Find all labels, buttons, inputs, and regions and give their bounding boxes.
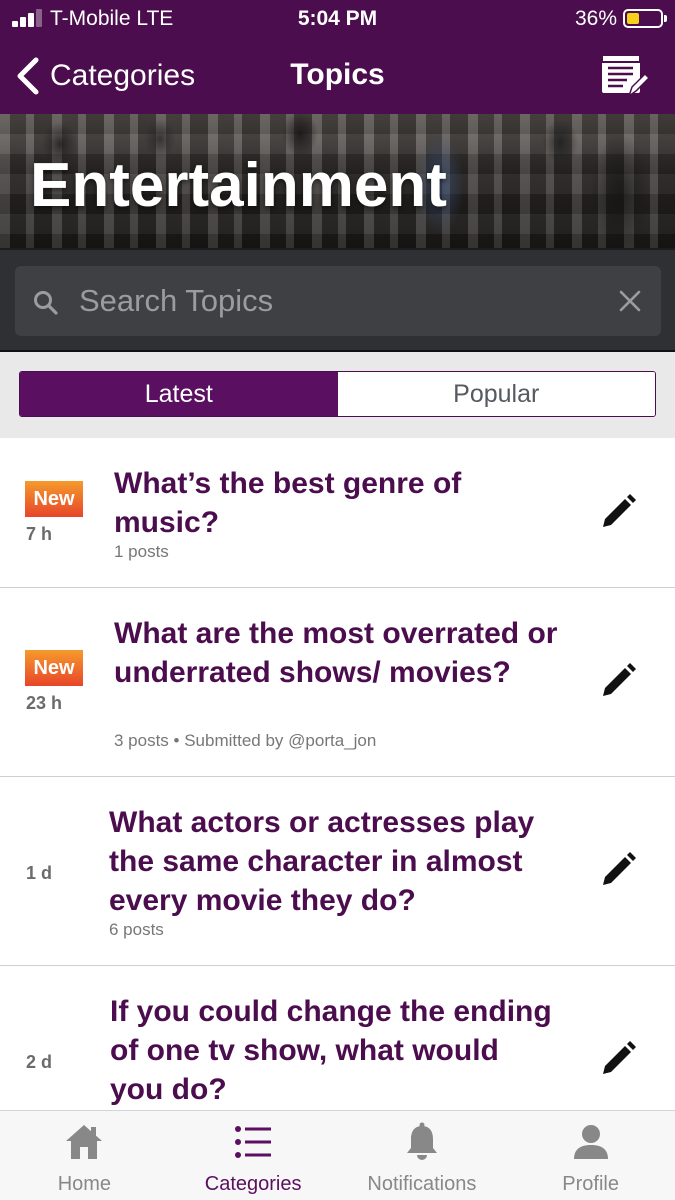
tab-categories-label: Categories (204, 1173, 302, 1195)
tab-notifications[interactable]: Notifications (338, 1111, 507, 1200)
topic-row[interactable]: 1 d What actors or actresses play the sa… (0, 777, 675, 966)
topics-screen: T-Mobile LTE 5:04 PM 36% Categories Topi… (0, 0, 675, 1200)
person-icon (573, 1125, 608, 1159)
tab-profile-label: Profile (562, 1173, 619, 1195)
topic-title: If you could change the ending of one tv… (110, 995, 552, 1106)
back-button[interactable]: Categories (14, 54, 195, 98)
topic-title: What actors or actresses play the same c… (109, 806, 535, 917)
new-badge: New (25, 650, 83, 686)
pencil-icon[interactable] (599, 1040, 637, 1078)
search-bar-area (0, 248, 675, 352)
clear-search-icon[interactable] (619, 290, 641, 312)
category-title: Entertainment (30, 151, 447, 220)
topic-row[interactable]: New 7 h What’s the best genre of music? … (0, 438, 675, 588)
compose-icon[interactable] (599, 52, 649, 100)
topic-title: What are the most overrated or underrate… (114, 617, 558, 689)
bell-icon (406, 1122, 437, 1160)
tab-bar: Home Categories Notifications Profile (0, 1110, 675, 1200)
navigation-bar: Categories Topics (0, 38, 675, 114)
pencil-icon[interactable] (599, 662, 637, 700)
tab-profile[interactable]: Profile (506, 1111, 675, 1200)
tab-popular[interactable]: Popular (337, 372, 655, 416)
back-button-label: Categories (50, 59, 196, 92)
search-input[interactable] (79, 278, 599, 324)
new-badge: New (25, 481, 83, 517)
sort-segment-area: Latest Popular (0, 352, 675, 438)
topic-age: 1 d (26, 863, 53, 883)
pencil-icon[interactable] (599, 493, 637, 531)
battery-percent: 36% (574, 7, 617, 30)
sort-segmented-control: Latest Popular (19, 371, 656, 417)
topic-meta: 1 posts (114, 542, 169, 561)
battery-level (627, 13, 639, 24)
topic-age: 23 h (26, 693, 63, 713)
search-icon (34, 291, 58, 315)
topic-list: New 7 h What’s the best genre of music? … (0, 438, 675, 1155)
home-icon (66, 1125, 103, 1159)
topic-age: 7 h (26, 524, 53, 544)
status-bar: T-Mobile LTE 5:04 PM 36% (0, 0, 675, 38)
category-banner: Entertainment (0, 114, 675, 248)
tab-categories[interactable]: Categories (169, 1111, 338, 1200)
tab-home[interactable]: Home (0, 1111, 169, 1200)
topic-meta: 6 posts (109, 920, 164, 939)
tab-notifications-label: Notifications (367, 1173, 477, 1195)
topic-age: 2 d (26, 1052, 53, 1072)
topic-row[interactable]: New 23 h What are the most overrated or … (0, 588, 675, 777)
tab-home-label: Home (57, 1173, 112, 1195)
status-time: 5:04 PM (297, 7, 378, 30)
battery-icon (623, 9, 667, 28)
chevron-left-icon (17, 57, 39, 95)
topic-meta: 3 posts • Submitted by @porta_jon (114, 731, 377, 750)
pencil-icon[interactable] (599, 851, 637, 889)
search-box (15, 266, 661, 336)
list-icon (235, 1126, 272, 1158)
tab-latest[interactable]: Latest (20, 372, 338, 416)
topic-title: What’s the best genre of music? (114, 467, 462, 539)
